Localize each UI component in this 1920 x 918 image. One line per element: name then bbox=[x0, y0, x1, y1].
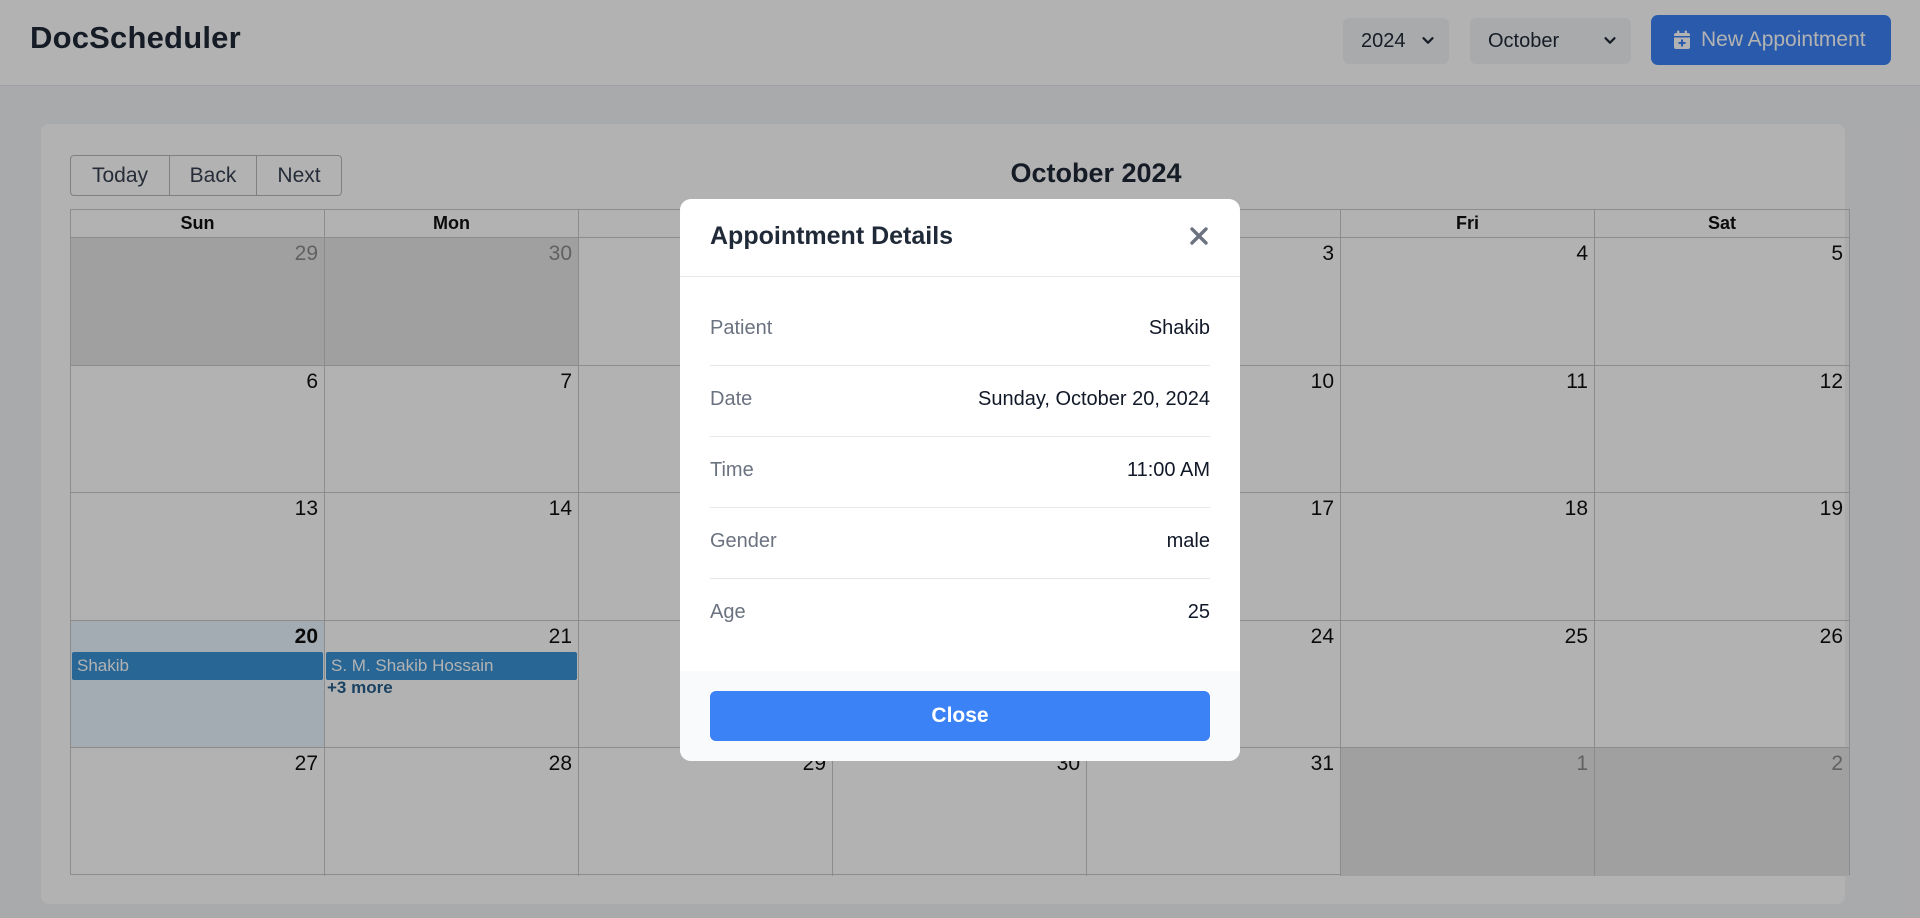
detail-value: Sunday, October 20, 2024 bbox=[977, 388, 1210, 410]
detail-row-date: Date Sunday, October 20, 2024 bbox=[710, 366, 1210, 437]
detail-label: Time bbox=[710, 459, 754, 481]
detail-label: Patient bbox=[710, 317, 773, 339]
detail-value: 11:00 AM bbox=[1126, 459, 1210, 481]
modal-header: Appointment Details bbox=[680, 199, 1240, 277]
detail-value: 25 bbox=[1187, 601, 1210, 623]
detail-row-time: Time 11:00 AM bbox=[710, 437, 1210, 508]
appointment-details-modal: Appointment Details Patient Shakib Date … bbox=[680, 199, 1240, 761]
detail-value: Shakib bbox=[1148, 317, 1210, 339]
detail-row-patient: Patient Shakib bbox=[710, 295, 1210, 366]
detail-label: Date bbox=[710, 388, 753, 410]
detail-value: male bbox=[1166, 530, 1210, 552]
detail-row-age: Age 25 bbox=[710, 579, 1210, 650]
detail-label: Age bbox=[710, 601, 746, 623]
detail-row-gender: Gender male bbox=[710, 508, 1210, 579]
close-button[interactable]: Close bbox=[710, 691, 1210, 741]
modal-title: Appointment Details bbox=[710, 222, 954, 250]
modal-footer: Close bbox=[680, 671, 1240, 761]
detail-label: Gender bbox=[710, 530, 777, 552]
close-icon[interactable] bbox=[1188, 225, 1210, 247]
